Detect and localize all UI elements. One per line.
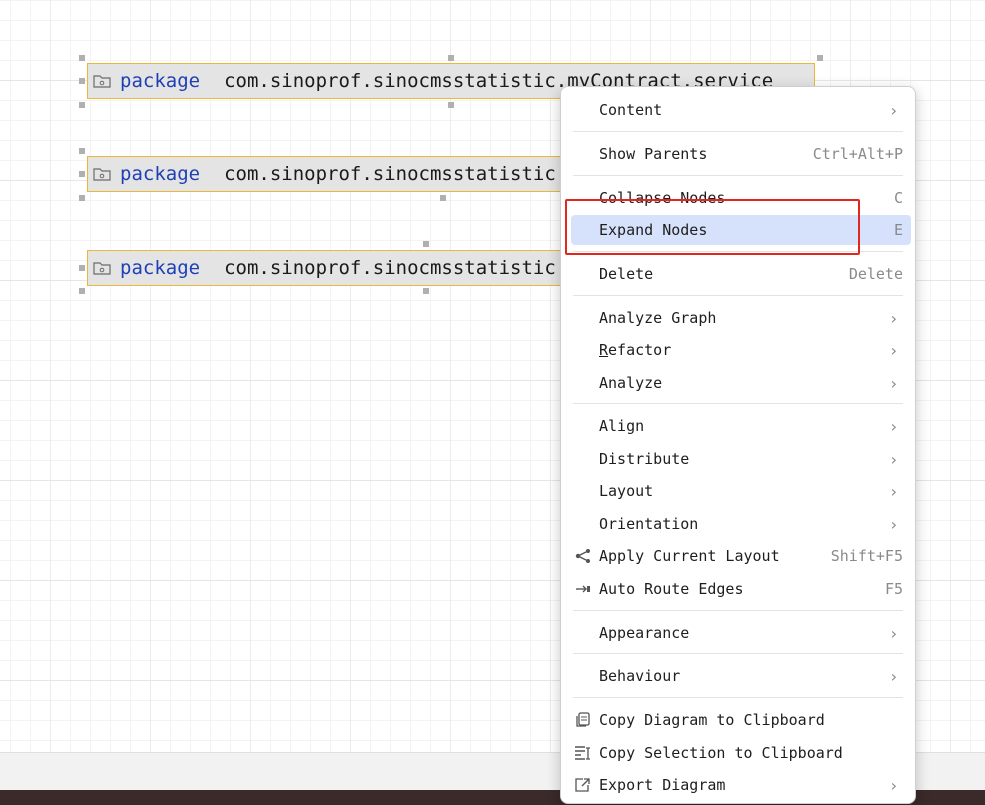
selection-handle[interactable] xyxy=(448,102,454,108)
menu-separator xyxy=(573,403,903,404)
selection-handle[interactable] xyxy=(79,288,85,294)
menu-item-analyze-graph[interactable]: Analyze Graph › xyxy=(571,303,911,333)
submenu-arrow-icon: › xyxy=(890,449,897,469)
menu-item-analyze[interactable]: Analyze › xyxy=(571,368,911,398)
submenu-arrow-icon: › xyxy=(890,416,897,436)
submenu-arrow-icon: › xyxy=(890,373,897,393)
selection-handle[interactable] xyxy=(79,78,85,84)
menu-item-behaviour[interactable]: Behaviour › xyxy=(571,661,911,691)
submenu-arrow-icon: › xyxy=(890,308,897,328)
selection-handle[interactable] xyxy=(79,171,85,177)
menu-item-appearance[interactable]: Appearance › xyxy=(571,618,911,648)
selection-handle[interactable] xyxy=(440,195,446,201)
selection-handle[interactable] xyxy=(79,195,85,201)
menu-item-align[interactable]: Align › xyxy=(571,411,911,441)
menu-separator xyxy=(573,610,903,611)
submenu-arrow-icon: › xyxy=(890,100,897,120)
selection-handle[interactable] xyxy=(79,102,85,108)
layout-tree-icon xyxy=(574,548,592,564)
node-package-name: com.sinoprof.sinocmsstatistic xyxy=(224,257,556,279)
shortcut-label: F5 xyxy=(884,580,903,598)
selection-handle[interactable] xyxy=(79,55,85,61)
copy-selection-icon xyxy=(574,745,592,761)
package-node[interactable]: package com.sinoprof.sinocmsstatistic xyxy=(87,156,567,192)
menu-item-delete[interactable]: Delete Delete xyxy=(571,259,911,289)
submenu-arrow-icon: › xyxy=(890,340,897,360)
selection-handle[interactable] xyxy=(423,241,429,247)
menu-item-show-parents[interactable]: Show Parents Ctrl+Alt+P xyxy=(571,139,911,169)
menu-separator xyxy=(573,295,903,296)
menu-item-content[interactable]: Content › xyxy=(571,95,911,125)
selection-handle[interactable] xyxy=(423,288,429,294)
menu-item-copy-selection[interactable]: Copy Selection to Clipboard xyxy=(571,738,911,768)
submenu-arrow-icon: › xyxy=(890,514,897,534)
package-folder-icon xyxy=(88,260,116,276)
node-package-name: com.sinoprof.sinocmsstatistic xyxy=(224,163,556,185)
shortcut-label: Ctrl+Alt+P xyxy=(812,145,903,163)
menu-item-refactor[interactable]: Refactor › xyxy=(571,335,911,365)
menu-separator xyxy=(573,131,903,132)
menu-separator xyxy=(573,697,903,698)
submenu-arrow-icon: › xyxy=(890,775,897,795)
menu-separator xyxy=(573,653,903,654)
submenu-arrow-icon: › xyxy=(890,666,897,686)
menu-item-export-diagram[interactable]: Export Diagram › xyxy=(571,770,911,800)
shortcut-label: Shift+F5 xyxy=(830,547,903,565)
package-node[interactable]: package com.sinoprof.sinocmsstatistic xyxy=(87,250,567,286)
menu-item-layout[interactable]: Layout › xyxy=(571,476,911,506)
selection-handle[interactable] xyxy=(79,265,85,271)
menu-item-auto-route-edges[interactable]: Auto Route Edges F5 xyxy=(571,574,911,604)
menu-item-expand-nodes[interactable]: Expand Nodes E xyxy=(571,215,911,245)
selection-handle[interactable] xyxy=(79,148,85,154)
node-keyword: package xyxy=(120,163,201,185)
node-keyword: package xyxy=(120,257,201,279)
export-icon xyxy=(574,777,592,793)
menu-item-apply-current-layout[interactable]: Apply Current Layout Shift+F5 xyxy=(571,541,911,571)
route-edges-icon xyxy=(574,581,592,597)
shortcut-label: Delete xyxy=(848,265,903,283)
menu-item-distribute[interactable]: Distribute › xyxy=(571,444,911,474)
menu-separator xyxy=(573,251,903,252)
shortcut-label: C xyxy=(893,189,903,207)
node-keyword: package xyxy=(120,70,201,92)
menu-item-copy-diagram[interactable]: Copy Diagram to Clipboard xyxy=(571,705,911,735)
menu-separator xyxy=(573,175,903,176)
package-folder-icon xyxy=(88,166,116,182)
shortcut-label: E xyxy=(893,221,903,239)
menu-item-collapse-nodes[interactable]: Collapse Nodes C xyxy=(571,183,911,213)
context-menu: Content › Show Parents Ctrl+Alt+P Collap… xyxy=(560,86,916,804)
selection-handle[interactable] xyxy=(817,55,823,61)
copy-diagram-icon xyxy=(574,712,592,728)
submenu-arrow-icon: › xyxy=(890,623,897,643)
submenu-arrow-icon: › xyxy=(890,481,897,501)
menu-item-orientation[interactable]: Orientation › xyxy=(571,509,911,539)
package-folder-icon xyxy=(88,73,116,89)
selection-handle[interactable] xyxy=(448,55,454,61)
